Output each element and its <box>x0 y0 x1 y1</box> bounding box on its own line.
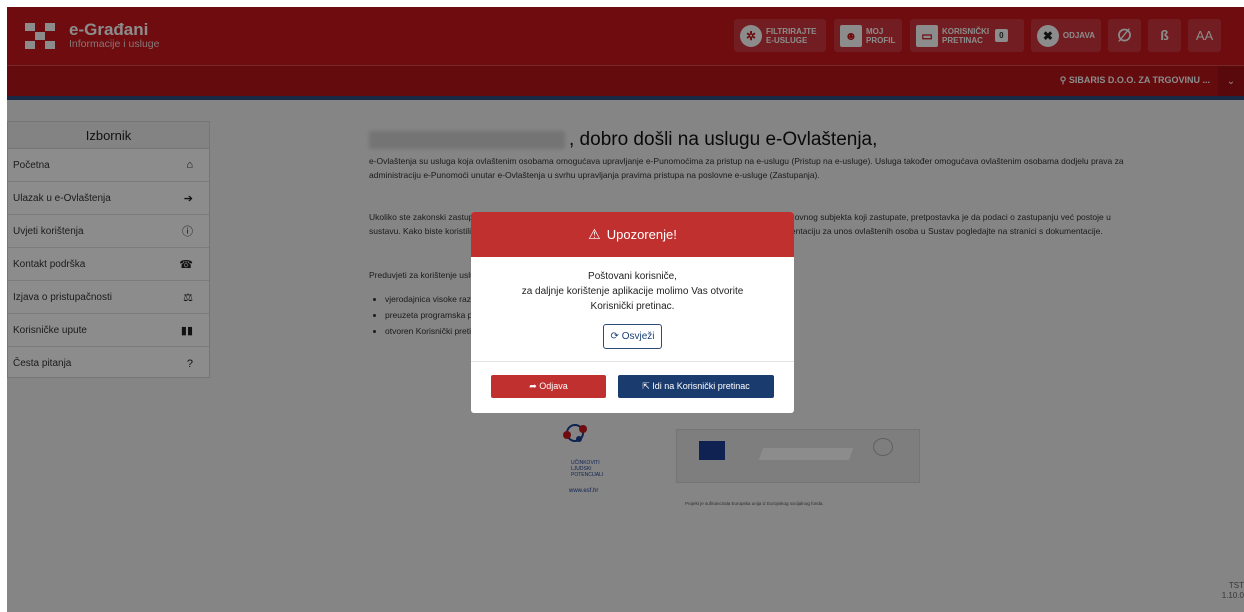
modal-logout-label: Odjava <box>539 381 568 391</box>
modal-text: Poštovani korisniče, <box>588 271 677 282</box>
modal-footer: ➦ Odjava ⇱ Idi na Korisnički pretinac <box>471 361 794 413</box>
modal-text: Korisnički pretinac. <box>590 301 675 312</box>
warning-icon: ⚠ <box>588 226 601 242</box>
refresh-label: Osvježi <box>621 331 655 342</box>
page-frame: e-Građani Informacije i usluge ✲ FILTRIR… <box>7 7 1244 612</box>
external-link-icon: ⇱ <box>642 381 653 391</box>
warning-modal: ⚠ Upozorenje! Poštovani korisniče, za da… <box>471 212 794 413</box>
go-to-inbox-button[interactable]: ⇱ Idi na Korisnički pretinac <box>618 375 774 398</box>
modal-text: za daljnje korištenje aplikacije molimo … <box>521 286 744 297</box>
go-to-inbox-label: Idi na Korisnički pretinac <box>652 381 750 391</box>
modal-body: Poštovani korisniče, za daljnje korišten… <box>471 257 794 349</box>
refresh-icon: ⟳ <box>610 331 622 342</box>
modal-header: ⚠ Upozorenje! <box>471 212 794 257</box>
modal-title: Upozorenje! <box>606 227 677 242</box>
sign-out-icon: ➦ <box>529 381 540 391</box>
modal-logout-button[interactable]: ➦ Odjava <box>491 375 606 398</box>
refresh-button[interactable]: ⟳ Osvježi <box>602 324 663 349</box>
